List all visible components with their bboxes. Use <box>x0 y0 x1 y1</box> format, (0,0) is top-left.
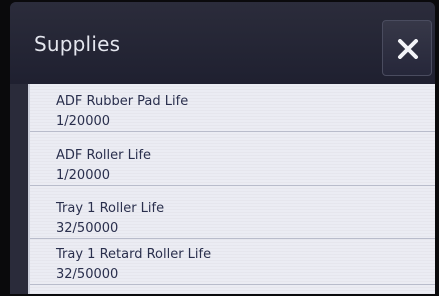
supply-name: Tray 1 Roller Life <box>56 201 165 216</box>
supply-name: ADF Rubber Pad Life <box>56 94 189 109</box>
supply-name: ADF Roller Life <box>56 148 152 163</box>
supply-value: 1/20000 <box>56 168 111 183</box>
list-left-edge <box>10 84 28 294</box>
close-icon <box>398 39 418 59</box>
list-item-adf-rubber-pad[interactable]: ADF Rubber Pad Life 1/20000 <box>30 84 435 132</box>
supply-value: 32/50000 <box>56 221 119 236</box>
supplies-list[interactable]: ADF Rubber Pad Life 1/20000 ADF Roller L… <box>28 84 435 294</box>
supply-value: 32/50000 <box>56 267 119 282</box>
page-title: Supplies <box>34 32 121 56</box>
supplies-screen: Supplies ADF Rubber Pad Life 1/20000 ADF… <box>10 2 435 294</box>
list-item-tray1-roller[interactable]: Tray 1 Roller Life 32/50000 <box>30 191 435 239</box>
list-item-tray1-retard-roller[interactable]: Tray 1 Retard Roller Life 32/50000 <box>30 237 435 285</box>
title-bar: Supplies <box>10 2 435 84</box>
list-item-adf-roller[interactable]: ADF Roller Life 1/20000 <box>30 138 435 186</box>
close-button[interactable] <box>382 20 432 76</box>
supply-value: 1/20000 <box>56 114 111 129</box>
supply-name: Tray 1 Retard Roller Life <box>56 247 212 262</box>
